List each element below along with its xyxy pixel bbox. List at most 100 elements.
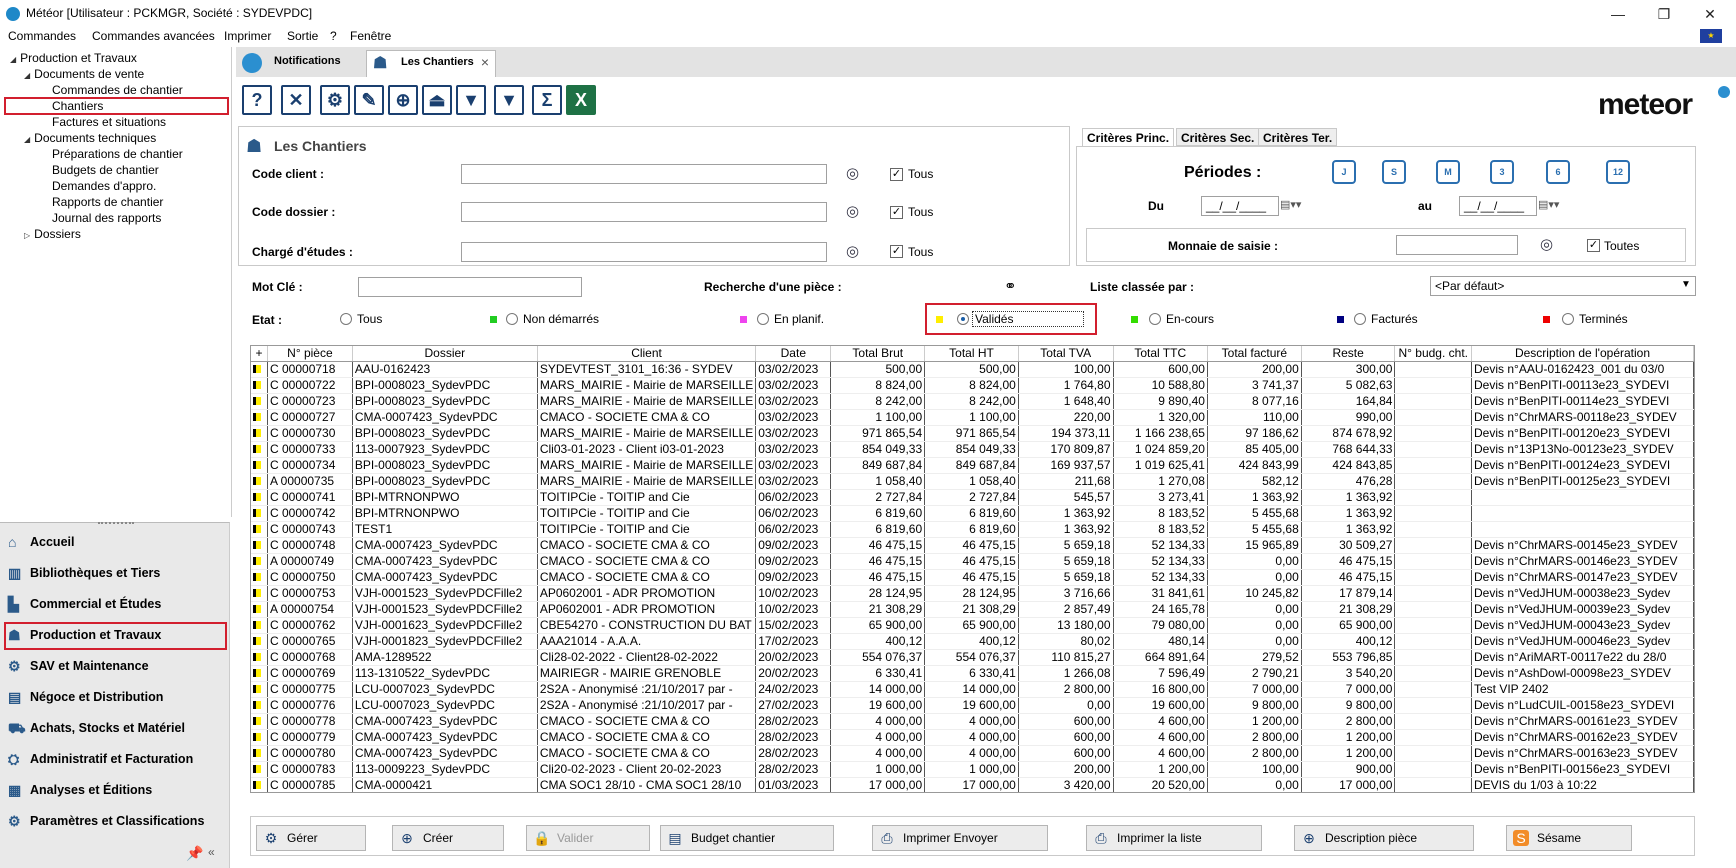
table-row[interactable]: C 00000778 CMA-0007423_SydevPDC CMACO - SO… [251, 713, 1694, 730]
table-row[interactable]: C 00000750 CMA-0007423_SydevPDC CMACO - SO… [251, 569, 1694, 586]
liste-classee-select[interactable]: <Par défaut> [1430, 276, 1696, 296]
table-row[interactable]: C 00000741 BPI-MTRNONPWO TOITIPCie - TOITI… [251, 489, 1694, 506]
table-row[interactable]: C 00000730 BPI-0008023_SydevPDC MARS_MAIRI… [251, 425, 1694, 442]
nav-accueil[interactable]: ⌂ Accueil [4, 528, 226, 556]
expand-triangle-icon[interactable]: ◢ [24, 71, 30, 80]
nav-analyses[interactable]: ▦ Analyses et Éditions [4, 776, 226, 804]
row-indicator-cell[interactable] [251, 761, 268, 778]
move-down-button[interactable]: ▼ [456, 85, 486, 115]
row-indicator-cell[interactable] [251, 361, 268, 378]
tab-les-chantiers[interactable]: ☗ Les Chantiers × [366, 50, 496, 77]
tree-node-dossiers[interactable]: ▷ Dossiers [24, 227, 81, 241]
excel-export-button[interactable]: X [566, 85, 596, 115]
row-indicator-cell[interactable] [251, 553, 268, 570]
row-indicator-cell[interactable] [251, 409, 268, 426]
column-header[interactable]: Total TTC [1113, 346, 1208, 362]
tous-checkbox[interactable]: ✓ [890, 206, 903, 219]
nav-bibliotheques[interactable]: ▥ Bibliothèques et Tiers [4, 559, 226, 587]
table-row[interactable]: C 00000780 CMA-0007423_SydevPDC CMACO - SO… [251, 745, 1694, 762]
chevron-down-icon[interactable]: ▼ [1681, 279, 1691, 290]
column-header[interactable]: N° pièce [267, 346, 353, 362]
table-row[interactable]: C 00000765 VJH-0001823_SydevPDCFille2 AAA2… [251, 633, 1694, 650]
eu-flag-icon[interactable]: ★ [1700, 29, 1722, 43]
expand-triangle-icon[interactable]: ◢ [10, 55, 16, 64]
tous-checkbox[interactable]: ✓ [890, 245, 903, 258]
row-indicator-cell[interactable] [251, 489, 268, 506]
menu-fenetre[interactable]: Fenêtre [350, 29, 391, 43]
monnaie-input[interactable] [1396, 235, 1518, 255]
table-row[interactable]: C 00000743 TEST1 TOITIPCie - TOITIP and Ci… [251, 521, 1694, 538]
menu-help[interactable]: ? [330, 29, 337, 43]
column-header[interactable]: Total Brut [830, 346, 926, 362]
column-header[interactable]: + [251, 346, 268, 362]
tab-criteres-ter[interactable]: Critères Ter. [1258, 128, 1338, 146]
help-button[interactable]: ? [242, 85, 272, 115]
lookup-icon[interactable]: ◎ [1540, 235, 1553, 253]
tous-checkbox[interactable]: ✓ [890, 168, 903, 181]
etat-factures-radio[interactable] [1354, 313, 1366, 325]
row-indicator-cell[interactable] [251, 569, 268, 586]
column-header[interactable]: Total TVA [1018, 346, 1114, 362]
collapse-panel-icon[interactable]: « [208, 845, 215, 859]
table-row[interactable]: C 00000762 VJH-0001623_SydevPDCFille2 CBE5… [251, 617, 1694, 634]
column-header[interactable]: Date [755, 346, 832, 362]
code-client-input[interactable] [461, 164, 827, 184]
table-row[interactable]: C 00000769 113-1310522_SydevPDC MAIRIEGR -… [251, 665, 1694, 682]
table-row[interactable]: C 00000779 CMA-0007423_SydevPDC CMACO - SO… [251, 729, 1694, 746]
table-row[interactable]: C 00000748 CMA-0007423_SydevPDC CMACO - SO… [251, 537, 1694, 554]
tree-item-rapports[interactable]: Rapports de chantier [52, 195, 163, 209]
etat-termines-radio[interactable] [1562, 313, 1574, 325]
table-row[interactable]: C 00000734 BPI-0008023_SydevPDC MARS_MAIRI… [251, 457, 1694, 474]
row-indicator-cell[interactable] [251, 713, 268, 730]
tab-notifications[interactable]: Notifications× [266, 50, 380, 77]
tree-item-factures[interactable]: Factures et situations [52, 115, 166, 129]
splitter-grip[interactable] [98, 522, 134, 526]
table-row[interactable]: C 00000733 113-0007923_SydevPDC Cli03-01-2… [251, 441, 1694, 458]
row-indicator-cell[interactable] [251, 377, 268, 394]
column-header[interactable]: Dossier [352, 346, 538, 362]
toutes-checkbox[interactable]: ✓ [1587, 239, 1600, 252]
date-from-input[interactable]: __/__/____ [1201, 196, 1279, 216]
charge-etudes-input[interactable] [461, 242, 827, 262]
row-indicator-cell[interactable] [251, 473, 268, 490]
table-row[interactable]: C 00000783 113-0009223_SydevPDC Cli20-02-2… [251, 761, 1694, 778]
nav-achats[interactable]: ⛟ Achats, Stocks et Matériel [4, 714, 226, 742]
row-indicator-cell[interactable] [251, 745, 268, 762]
calendar-semester-icon[interactable]: 6 [1546, 160, 1570, 184]
nav-negoce[interactable]: ▤ Négoce et Distribution [4, 683, 226, 711]
nav-commercial[interactable]: ▙ Commercial et Études [4, 590, 226, 618]
table-row[interactable]: C 00000723 BPI-0008023_SydevPDC MARS_MAIRI… [251, 393, 1694, 410]
etat-valides-radio[interactable] [957, 313, 969, 325]
row-indicator-cell[interactable] [251, 729, 268, 746]
column-header[interactable]: Total facturé [1207, 346, 1302, 362]
row-indicator-cell[interactable] [251, 697, 268, 714]
table-row[interactable]: C 00000768 AMA-1289522 Cli28-02-2022 - Cli… [251, 649, 1694, 666]
table-row[interactable]: C 00000775 LCU-0007023_SydevPDC 2S2A - Ano… [251, 681, 1694, 698]
expand-triangle-icon[interactable]: ◢ [24, 135, 30, 144]
table-row[interactable]: C 00000742 BPI-MTRNONPWO TOITIPCie - TOITI… [251, 505, 1694, 522]
collapse-triangle-icon[interactable]: ▷ [24, 231, 30, 240]
row-indicator-cell[interactable] [251, 777, 268, 792]
row-indicator-cell[interactable] [251, 537, 268, 554]
row-indicator-cell[interactable] [251, 633, 268, 650]
imprimer-envoyer-button[interactable]: ⎙ Imprimer Envoyer [872, 825, 1048, 851]
calendar-day-icon[interactable]: J [1332, 160, 1356, 184]
calendar-year-icon[interactable]: 12 [1606, 160, 1630, 184]
tree-node-production[interactable]: ◢ Production et Travaux [10, 51, 137, 65]
menu-commandes-avancees[interactable]: Commandes avancées [92, 29, 215, 43]
table-row[interactable]: C 00000727 CMA-0007423_SydevPDC CMACO - SO… [251, 409, 1694, 426]
edit-button[interactable]: ✎ [354, 85, 384, 115]
menu-sortie[interactable]: Sortie [287, 29, 318, 43]
table-row[interactable]: C 00000722 BPI-0008023_SydevPDC MARS_MAIRI… [251, 377, 1694, 394]
close-tab-icon[interactable]: × [481, 51, 489, 73]
tree-node-documents-techniques[interactable]: ◢ Documents techniques [24, 131, 156, 145]
row-indicator-cell[interactable] [251, 681, 268, 698]
calendar-month-icon[interactable]: M [1436, 160, 1460, 184]
tree-item-demandes[interactable]: Demandes d'appro. [52, 179, 156, 193]
row-indicator-cell[interactable] [251, 425, 268, 442]
row-indicator-cell[interactable] [251, 617, 268, 634]
calendar-dropdown-icon[interactable]: ▤▾▾ [1538, 198, 1559, 211]
menu-commandes[interactable]: Commandes [8, 29, 76, 43]
calendar-week-icon[interactable]: S [1382, 160, 1406, 184]
table-row[interactable]: C 00000718 AAU-0162423 SYDEVTEST_3101_16:3… [251, 361, 1694, 378]
